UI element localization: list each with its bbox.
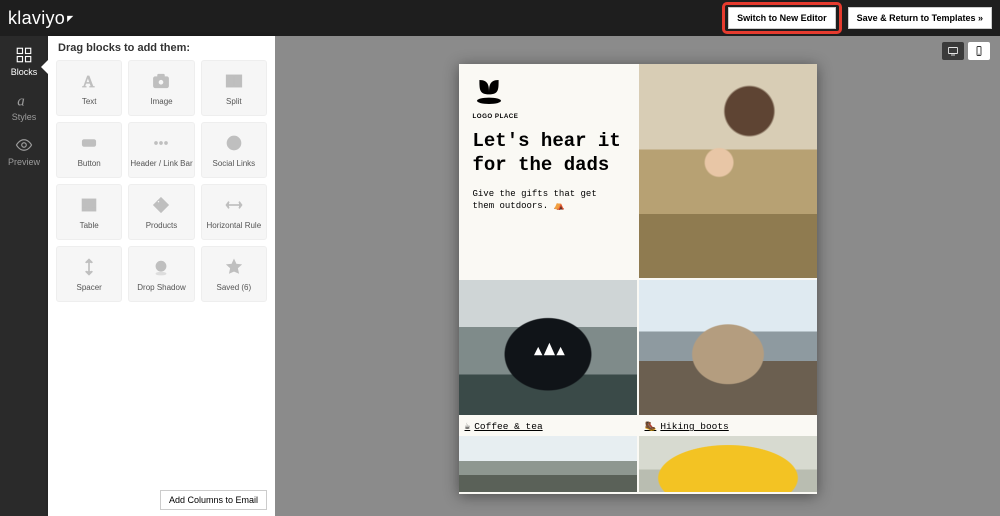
tile-label: Spacer [76,283,101,292]
button-icon [79,133,99,153]
block-tile-social[interactable]: Social Links [201,122,267,178]
brand-mark-icon: ◤ [67,14,73,23]
svg-text:A: A [82,71,94,90]
block-tile-spacer[interactable]: Spacer [56,246,122,302]
caption-coffee-text: Coffee & tea [474,421,542,432]
rail-label-styles: Styles [12,112,37,122]
tile-label: Drop Shadow [137,283,185,292]
caption-boots-text: Hiking boots [660,421,728,432]
shadow-icon [151,257,171,277]
brand-logo: klaviyo◤ [8,8,74,29]
photo-rock-icon [459,436,637,492]
block-tile-table[interactable]: Table [56,184,122,240]
tile-label: Split [226,97,242,106]
camera-icon [151,71,171,91]
blocks-panel: Drag blocks to add them: A Text Image Sp… [48,36,275,516]
boot-emoji-icon: 🥾 [645,421,657,432]
social-icon [224,133,244,153]
tile-label: Button [78,159,101,168]
table-icon [79,195,99,215]
block-tile-hr[interactable]: Horizontal Rule [201,184,267,240]
photo-jacket-icon [639,436,817,492]
block-tile-shadow[interactable]: Drop Shadow [128,246,194,302]
block-tile-header[interactable]: Header / Link Bar [128,122,194,178]
tile-label: Horizontal Rule [206,221,261,230]
highlight-switch-editor: Switch to New Editor [722,2,842,34]
tag-icon [151,195,171,215]
rail-tab-blocks[interactable]: Blocks [11,46,38,77]
save-return-button[interactable]: Save & Return to Templates » [848,7,992,29]
email-tile-rocks [459,436,637,492]
panel-title: Drag blocks to add them: [48,36,275,60]
block-tile-button[interactable]: Button [56,122,122,178]
mobile-view-button[interactable] [968,42,990,60]
logo-mark-icon [473,78,505,106]
panel-notch-icon [41,60,48,74]
block-tile-products[interactable]: Products [128,184,194,240]
rail-tab-preview[interactable]: Preview [8,136,40,167]
logo-subtext: LOGO PLACE [473,113,623,120]
linkbar-icon [151,133,171,153]
tile-label: Saved (6) [216,283,251,292]
editor-canvas: LOGO PLACE Let's hear it for the dads Gi… [275,36,1000,516]
email-tile-jacket [639,436,817,492]
desktop-view-button[interactable] [942,42,964,60]
tile-label: Text [82,97,97,106]
top-bar: klaviyo◤ Switch to New Editor Save & Ret… [0,0,1000,36]
email-preview[interactable]: LOGO PLACE Let's hear it for the dads Gi… [459,64,817,494]
blocks-icon [15,46,33,64]
spacer-icon [79,257,99,277]
email-subcopy: Give the gifts that get them outdoors. ⛺ [473,188,623,213]
tile-label: Social Links [212,159,255,168]
block-tile-saved[interactable]: Saved (6) [201,246,267,302]
photo-boots-icon [639,280,817,415]
rail-tab-styles[interactable]: a Styles [12,91,37,122]
rail-label-preview: Preview [8,157,40,167]
switch-editor-button[interactable]: Switch to New Editor [728,7,836,29]
styles-icon: a [15,91,33,109]
email-tile-coffee [459,280,637,415]
email-headline: Let's hear it for the dads [473,130,623,178]
mobile-icon [973,45,985,57]
rail-label-blocks: Blocks [11,67,38,77]
photo-dad-icon [639,64,817,278]
email-hero-text: LOGO PLACE Let's hear it for the dads Gi… [459,64,637,278]
caption-boots[interactable]: 🥾 Hiking boots [639,417,817,434]
email-hero-image [639,64,817,278]
hr-icon [224,195,244,215]
tile-label: Header / Link Bar [130,159,192,168]
eye-icon [15,136,33,154]
tile-label: Table [80,221,99,230]
email-tile-boots [639,280,817,415]
device-toggle [942,42,990,60]
side-rail: Blocks a Styles Preview [0,36,48,516]
star-icon [224,257,244,277]
svg-text:a: a [17,93,25,109]
block-tile-text[interactable]: A Text [56,60,122,116]
add-columns-button[interactable]: Add Columns to Email [160,490,267,510]
tile-label: Products [146,221,178,230]
block-tile-image[interactable]: Image [128,60,194,116]
desktop-icon [947,45,959,57]
split-icon [224,71,244,91]
tile-label: Image [150,97,172,106]
brand-name: klaviyo [8,8,65,29]
block-tile-split[interactable]: Split [201,60,267,116]
caption-coffee[interactable]: ☕ Coffee & tea [459,417,637,434]
coffee-emoji-icon: ☕ [465,421,471,432]
text-icon: A [79,71,99,91]
trees-icon [527,331,569,364]
